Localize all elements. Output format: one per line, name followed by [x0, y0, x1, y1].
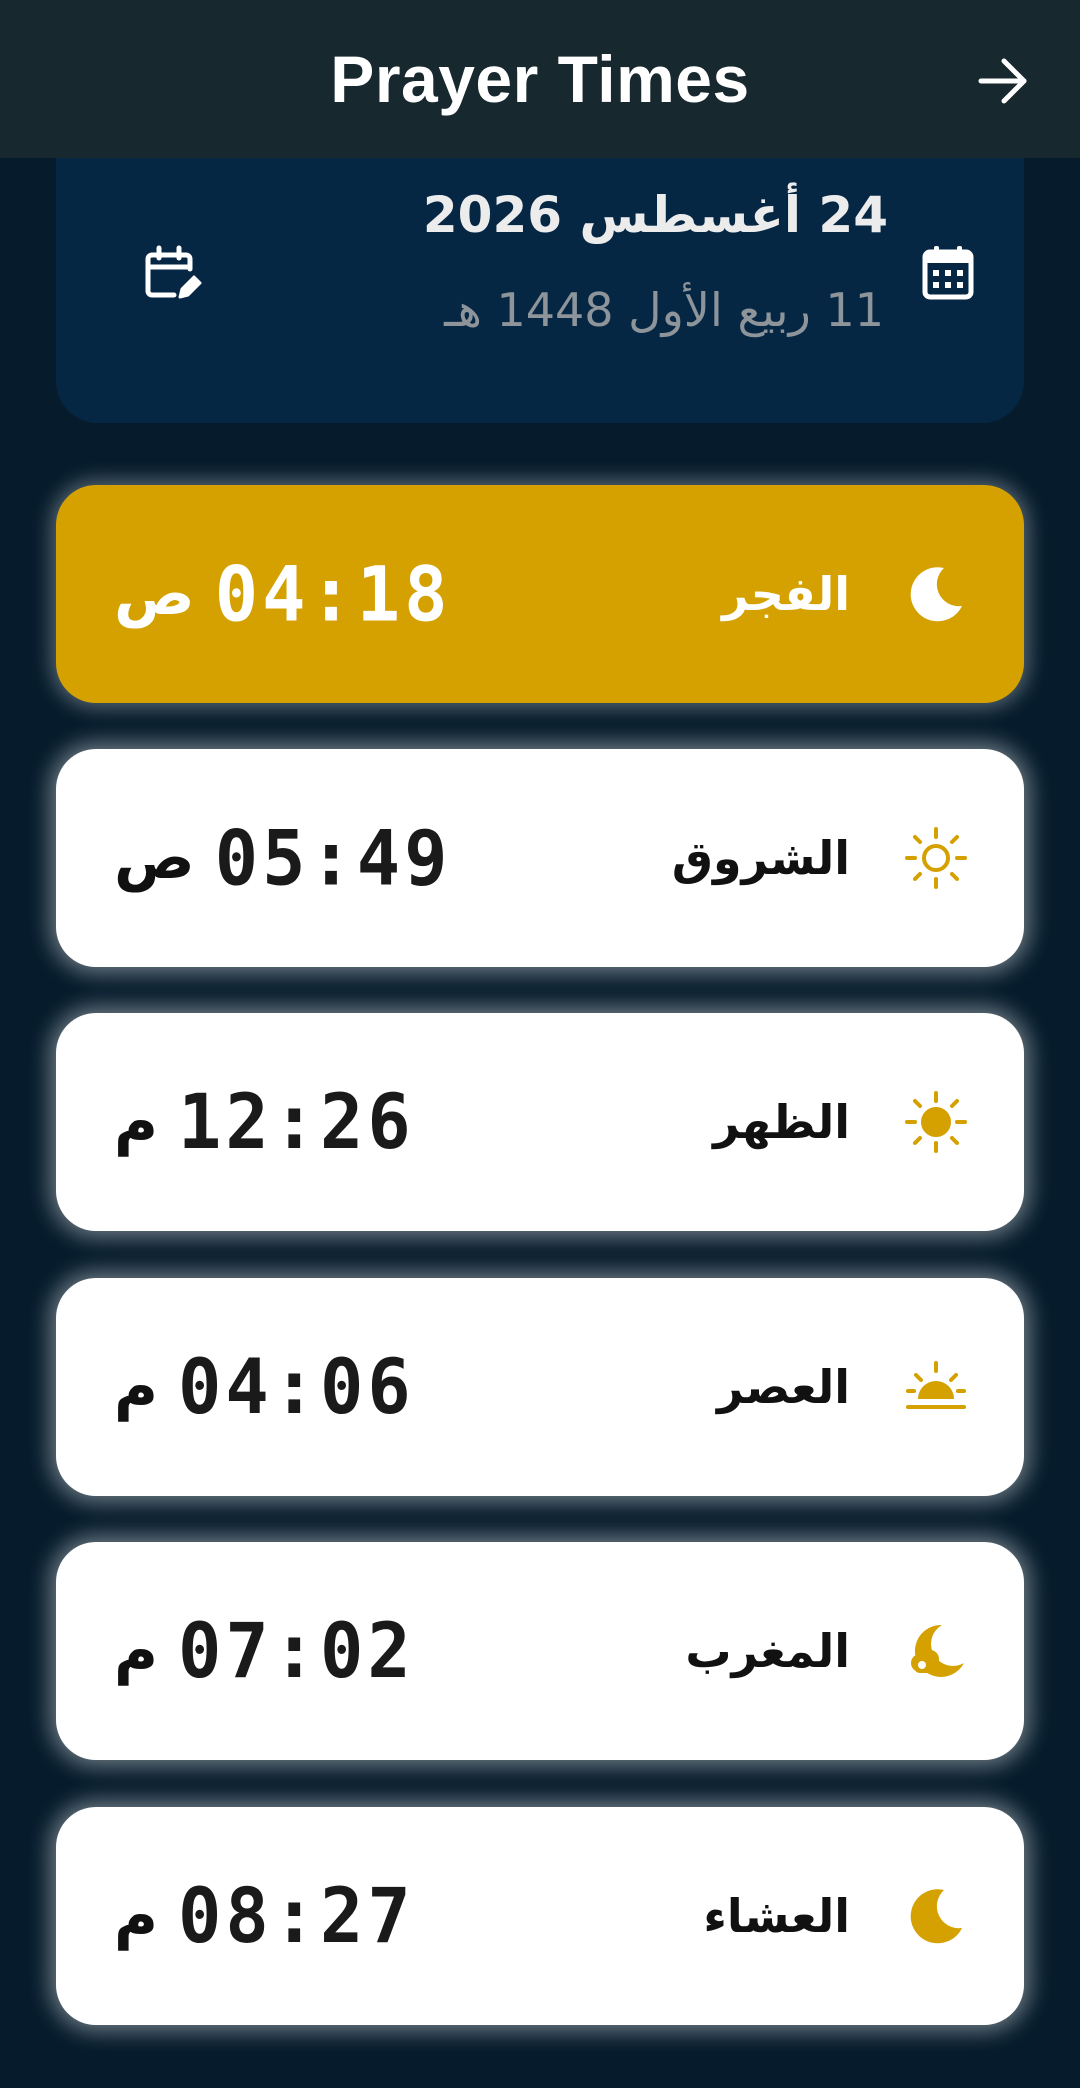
prayer-time: م 04:06	[114, 1278, 415, 1496]
prayer-period: م	[114, 1616, 158, 1686]
hijri-date: 11 ربيع الأول 1448 هـ	[444, 283, 884, 337]
prayer-period: م	[114, 1352, 158, 1422]
prayer-time: م 07:02	[114, 1542, 415, 1760]
prayer-name: العشاء	[703, 1889, 850, 1943]
prayer-clock: 04:06	[177, 1342, 415, 1432]
prayer-clock: 04:18	[214, 549, 452, 639]
crescent-moon-icon	[904, 1884, 968, 1948]
prayer-clock: 12:26	[177, 1077, 415, 1167]
page-title: Prayer Times	[330, 42, 750, 116]
prayer-time: ص 05:49	[114, 749, 451, 967]
prayer-name: المغرب	[685, 1624, 850, 1678]
sunset-icon	[904, 1355, 968, 1419]
app-bar: Prayer Times	[0, 0, 1080, 158]
calendar-icon[interactable]	[922, 244, 974, 300]
prayer-name: الظهر	[713, 1095, 850, 1149]
prayer-clock: 08:27	[177, 1871, 415, 1961]
prayer-period: ص	[114, 559, 195, 629]
prayer-time: ص 04:18	[114, 485, 451, 703]
moon-cloud-icon	[904, 1619, 968, 1683]
arrow-right-icon[interactable]	[976, 54, 1030, 108]
prayer-period: م	[114, 1087, 158, 1157]
prayer-period: م	[114, 1881, 158, 1951]
prayer-period: ص	[114, 823, 195, 893]
date-card: 24 أغسطس 2026 11 ربيع الأول 1448 هـ	[56, 128, 1024, 423]
gregorian-date: 24 أغسطس 2026	[422, 186, 888, 244]
prayer-row-asr[interactable]: العصر م 04:06	[56, 1278, 1024, 1496]
prayer-clock: 07:02	[177, 1606, 415, 1696]
prayer-row-maghrib[interactable]: المغرب م 07:02	[56, 1542, 1024, 1760]
crescent-moon-icon	[904, 562, 968, 626]
prayer-time: م 08:27	[114, 1807, 415, 2025]
prayer-time: م 12:26	[114, 1013, 415, 1231]
sun-icon	[904, 1090, 968, 1154]
prayer-name: الشروق	[671, 831, 850, 885]
prayer-clock: 05:49	[214, 813, 452, 903]
prayer-name: الفجر	[722, 567, 850, 621]
sun-outline-icon	[904, 826, 968, 890]
prayer-row-dhuhr[interactable]: الظهر م 12:26	[56, 1013, 1024, 1231]
prayer-row-sunrise[interactable]: الشروق ص 05:49	[56, 749, 1024, 967]
prayer-times-screen: 24 أغسطس 2026 11 ربيع الأول 1448 هـ Pray…	[0, 0, 1080, 2088]
prayer-row-fajr[interactable]: الفجر ص 04:18	[56, 485, 1024, 703]
prayer-row-isha[interactable]: العشاء م 08:27	[56, 1807, 1024, 2025]
prayer-name: العصر	[717, 1360, 850, 1414]
calendar-edit-icon[interactable]	[140, 243, 202, 305]
